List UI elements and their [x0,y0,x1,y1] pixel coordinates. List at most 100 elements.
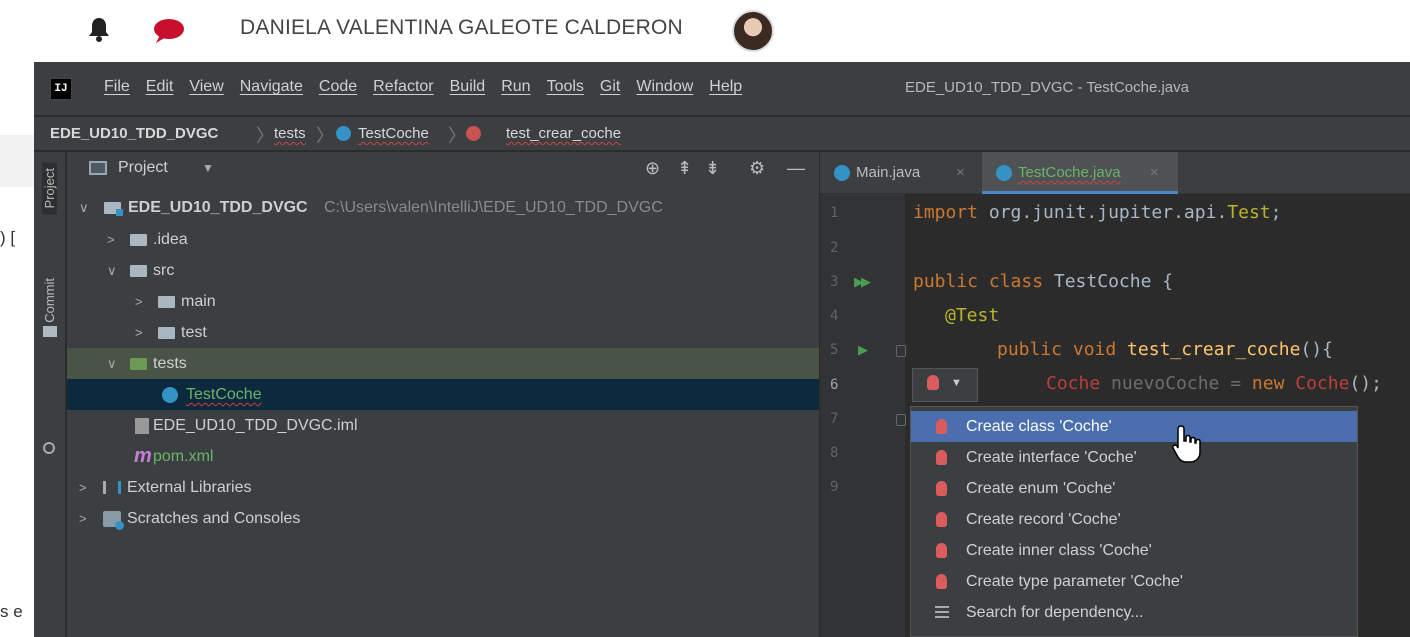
action-label: Search for dependency... [966,604,1144,621]
editor-tabs: Main.java × TestCoche.java × [820,152,1410,194]
code-line[interactable]: import org.junit.jupiter.api.Test; [913,202,1281,223]
folder-icon [158,327,175,339]
fold-icon[interactable] [896,414,906,426]
tree-item-pom[interactable]: m pom.xml [67,441,819,472]
folder-icon [130,265,147,277]
menu-code[interactable]: Code [319,78,357,96]
code-line[interactable]: Coche nuevoCoche = new Coche(); [1046,373,1382,394]
breadcrumb-file[interactable]: TestCoche [358,125,429,142]
chevron-down-icon[interactable]: ∨ [107,348,117,379]
tree-item-external-libraries[interactable]: > External Libraries [67,472,819,503]
action-create-interface[interactable]: Create interface 'Coche' [911,442,1357,473]
breadcrumb-separator-icon: 〉 [256,126,274,146]
action-create-enum[interactable]: Create enum 'Coche' [911,473,1357,504]
commit-icon [43,442,55,454]
locate-icon[interactable]: ⊕ [645,158,660,179]
expand-all-icon[interactable]: ⇞ [677,158,692,179]
tree-item-iml[interactable]: EDE_UD10_TDD_DVGC.iml [67,410,819,441]
menu-view[interactable]: View [189,78,223,96]
action-label: Create record 'Coche' [966,511,1121,528]
chevron-right-icon[interactable]: > [107,224,115,255]
action-label: Create type parameter 'Coche' [966,573,1183,590]
tree-item-label: tests [153,355,187,372]
tab-testcoche-java[interactable]: TestCoche.java × [982,152,1178,194]
tree-item-testcoche[interactable]: TestCoche [67,379,819,410]
code-line[interactable]: public class TestCoche { [913,271,1173,292]
chevron-right-icon[interactable]: > [135,286,143,317]
menu-file[interactable]: File [104,78,130,96]
tab-label: TestCoche.java [1018,164,1121,181]
close-icon[interactable]: × [1150,152,1159,194]
code-line[interactable]: @Test [945,305,999,326]
code-text: (); [1349,373,1382,394]
action-create-record[interactable]: Create record 'Coche' [911,504,1357,535]
tree-item-test[interactable]: > test [67,317,819,348]
code-text: nuevoCoche = [1100,373,1252,394]
chevron-down-icon[interactable]: ∨ [79,192,89,223]
code-text: ; [1270,202,1282,223]
action-label: Create class 'Coche' [966,418,1112,435]
code-keyword: import [913,202,979,223]
class-icon [162,387,178,403]
tab-commit-tool[interactable]: Commit [42,278,57,323]
tree-item-path: C:\Users\valen\IntelliJ\EDE_UD10_TDD_DVG… [324,199,663,216]
menu-navigate[interactable]: Navigate [240,78,303,96]
intention-actions-button[interactable]: ▼ [912,368,978,402]
avatar[interactable] [732,10,774,52]
fold-icon[interactable] [896,345,906,357]
tree-item-tests[interactable]: ∨ tests [67,348,819,379]
run-all-tests-icon[interactable]: ▶▶ [854,274,871,290]
class-icon [834,165,850,181]
stack-icon [935,606,949,618]
menu-run[interactable]: Run [501,78,530,96]
code-line[interactable]: public void test_crear_coche(){ [997,339,1333,360]
line-number: 4 [830,308,839,324]
chevron-down-icon[interactable]: ▼ [202,161,214,175]
action-create-class[interactable]: Create class 'Coche' [911,411,1357,442]
tree-item-src[interactable]: ∨ src [67,255,819,286]
chevron-right-icon[interactable]: > [135,317,143,348]
menu-build[interactable]: Build [450,78,486,96]
tree-item-project-root[interactable]: ∨ EDE_UD10_TDD_DVGC C:\Users\valen\Intel… [67,192,819,223]
chevron-right-icon[interactable]: > [79,503,87,534]
chevron-down-icon[interactable]: ∨ [107,255,117,286]
breadcrumb-project[interactable]: EDE_UD10_TDD_DVGC [50,125,218,142]
close-icon[interactable]: × [956,152,965,194]
chevron-right-icon[interactable]: > [79,472,87,503]
tree-item-main[interactable]: > main [67,286,819,317]
bell-icon[interactable] [88,16,110,42]
action-search-dependency[interactable]: Search for dependency... [911,597,1357,628]
breadcrumb-folder[interactable]: tests [274,125,306,142]
chevron-down-icon[interactable]: ▼ [951,377,962,389]
menu-help[interactable]: Help [709,78,742,96]
line-number: 1 [830,205,839,221]
iml-file-icon [135,418,149,434]
tab-main-java[interactable]: Main.java × [834,152,984,194]
tree-item-label: EDE_UD10_TDD_DVGC.iml [153,417,358,434]
collapse-all-icon[interactable]: ⇟ [705,158,720,179]
code-error: Coche [1284,373,1350,394]
run-test-icon[interactable]: ▶ [858,342,868,358]
chat-icon[interactable] [152,18,186,44]
intellij-logo-icon: IJ [50,78,72,100]
menu-edit[interactable]: Edit [146,78,174,96]
tab-project-tool[interactable]: Project [42,162,57,215]
menu-git[interactable]: Git [600,78,620,96]
user-name[interactable]: DANIELA VALENTINA GALEOTE CALDERON [240,16,683,40]
project-panel: Project ▼ ⊕ ⇞ ⇟ ⚙ — ∨ EDE_UD10_TDD_DVGC … [67,152,819,637]
project-panel-title[interactable]: Project [118,159,168,177]
minimize-icon[interactable]: — [787,158,805,179]
breadcrumb-method[interactable]: test_crear_coche [506,125,621,142]
tree-item-idea[interactable]: > .idea [67,224,819,255]
menu-tools[interactable]: Tools [547,78,584,96]
red-bulb-icon [936,481,947,496]
menu-bar: IJ File Edit View Navigate Code Refactor… [34,62,1410,116]
class-icon [336,126,351,141]
action-create-type-parameter[interactable]: Create type parameter 'Coche' [911,566,1357,597]
action-create-inner-class[interactable]: Create inner class 'Coche' [911,535,1357,566]
menu-window[interactable]: Window [636,78,693,96]
menu-refactor[interactable]: Refactor [373,78,433,96]
tree-item-scratches[interactable]: > Scratches and Consoles [67,503,819,534]
gear-icon[interactable]: ⚙ [749,158,765,179]
page-fragment-top: ) [ [0,228,16,247]
